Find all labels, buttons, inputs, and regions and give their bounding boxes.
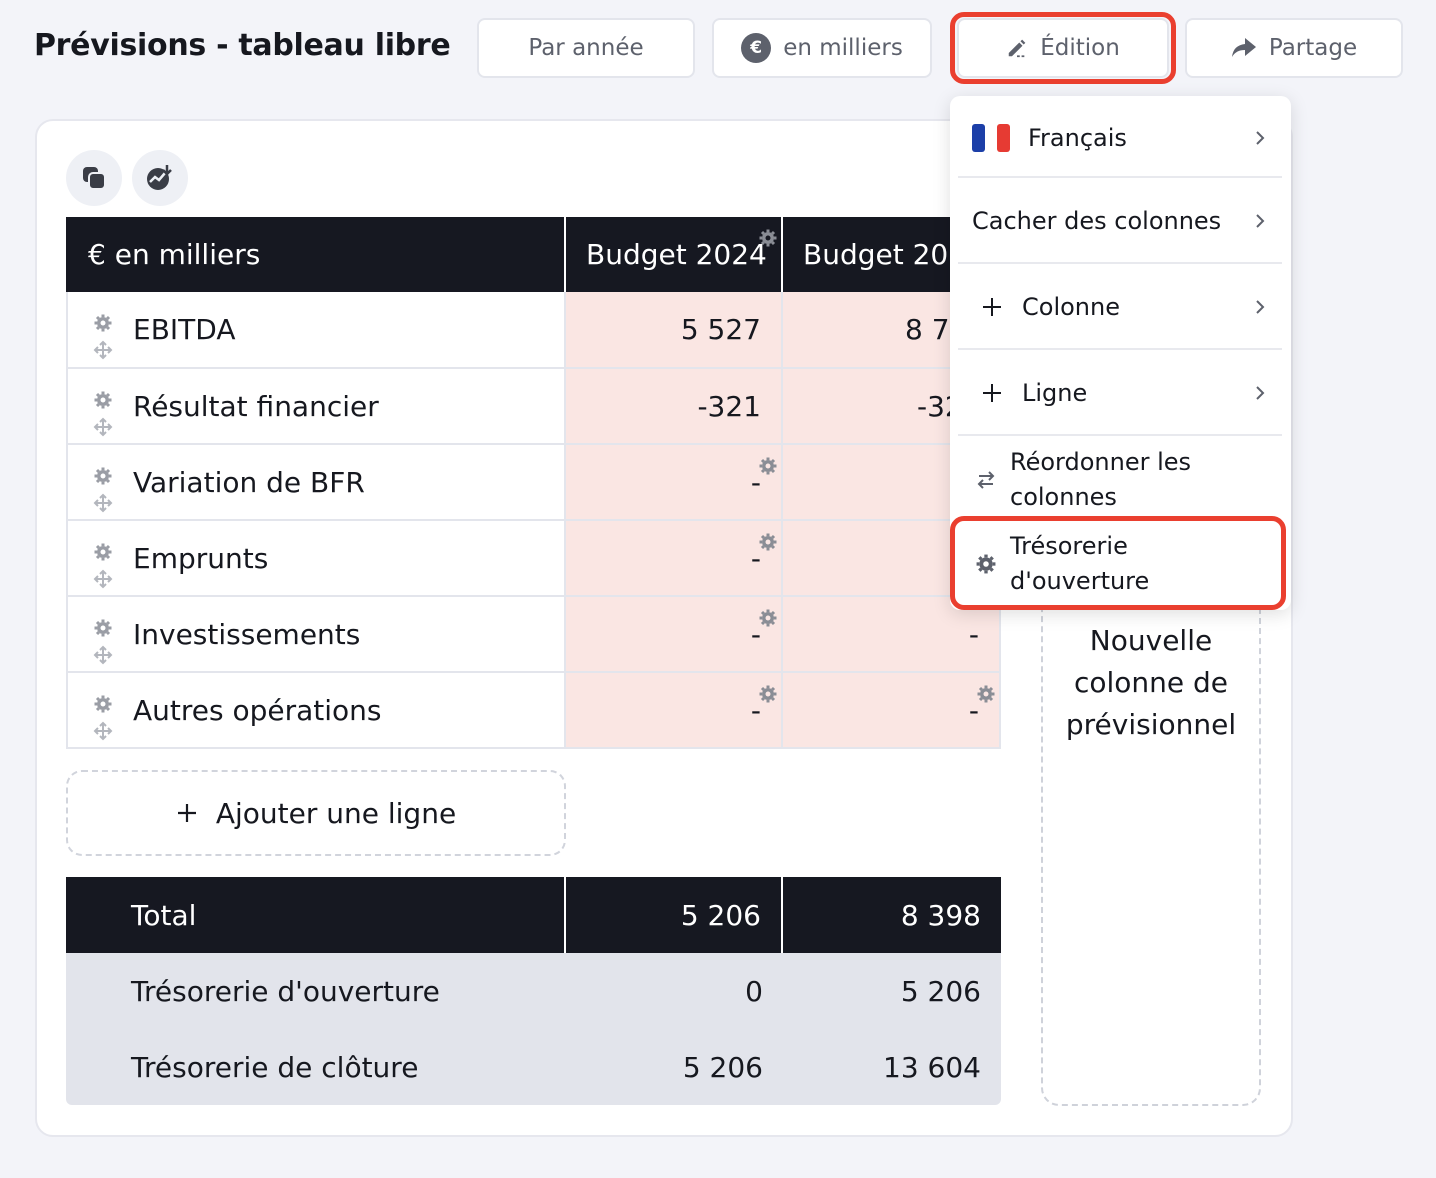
menu-item-label: Colonne xyxy=(1022,293,1120,321)
by-year-button[interactable]: Par année xyxy=(477,18,695,78)
menu-item-label: d'ouverture xyxy=(1010,567,1150,595)
menu-item-label: Trésorerie xyxy=(1010,532,1128,560)
opening-cash-row: Trésorerie d'ouverture 0 5 206 xyxy=(66,953,1001,1029)
closing-cash-label: Trésorerie de clôture xyxy=(66,1029,566,1105)
move-icon[interactable] xyxy=(93,487,113,520)
chevron-right-icon xyxy=(1256,131,1265,145)
total-value: 8 398 xyxy=(783,877,1001,953)
edition-menu: Français Cacher des colonnes Colonne Lig… xyxy=(950,96,1291,610)
add-row-label: Ajouter une ligne xyxy=(215,796,457,830)
page-title: Prévisions - tableau libre xyxy=(34,28,451,63)
menu-divider xyxy=(958,348,1282,350)
share-label: Partage xyxy=(1268,35,1358,61)
row-label: Résultat financier xyxy=(133,389,379,423)
share-arrow-icon xyxy=(1231,38,1256,57)
opening-cash-value: 5 206 xyxy=(783,953,1001,1029)
share-button[interactable]: Partage xyxy=(1185,18,1403,78)
menu-divider xyxy=(958,434,1282,436)
opening-cash-value: 0 xyxy=(566,953,783,1029)
forecast-page: Prévisions - tableau libre Par année € e… xyxy=(0,0,1436,1178)
row-label: Investissements xyxy=(133,617,361,651)
gear-icon[interactable] xyxy=(759,221,777,254)
budget-cell[interactable]: 5 527 xyxy=(566,292,783,369)
row-label: Variation de BFR xyxy=(133,465,365,499)
move-icon[interactable] xyxy=(93,334,113,367)
menu-item-label: Réordonner les xyxy=(1010,448,1192,476)
budget-cell[interactable]: -321 xyxy=(566,369,783,445)
plus-icon xyxy=(983,298,1001,316)
budget-cell[interactable]: - xyxy=(566,673,783,749)
menu-item-label: Cacher des colonnes xyxy=(972,207,1222,235)
move-icon[interactable] xyxy=(93,715,113,748)
opening-cash-label: Trésorerie d'ouverture xyxy=(66,953,566,1029)
new-column-label: colonne de xyxy=(1073,666,1229,699)
units-button[interactable]: € en milliers xyxy=(712,18,932,78)
edition-button[interactable]: Édition xyxy=(957,18,1169,78)
table-row: Variation de BFR - - xyxy=(66,445,1001,521)
budget-cell[interactable]: - xyxy=(783,673,1001,749)
gear-icon xyxy=(976,554,996,574)
edition-label: Édition xyxy=(1040,35,1120,61)
swap-arrows-icon xyxy=(977,471,995,489)
menu-item-language[interactable]: Français xyxy=(958,104,1282,172)
plus-icon xyxy=(177,804,196,822)
menu-divider xyxy=(958,176,1282,178)
menu-item-hide-columns[interactable]: Cacher des colonnes xyxy=(958,182,1282,260)
row-label: Autres opérations xyxy=(133,693,382,727)
new-column-label: Nouvelle xyxy=(1089,624,1213,657)
gear-icon[interactable] xyxy=(759,449,777,482)
menu-item-reorder-columns[interactable]: Réordonner les colonnes xyxy=(958,440,1282,520)
total-value: 5 206 xyxy=(566,877,783,953)
row-label: Emprunts xyxy=(133,541,269,575)
table-row: Emprunts - - xyxy=(66,521,1001,597)
menu-item-opening-cash[interactable]: Trésorerie d'ouverture xyxy=(958,526,1282,602)
add-row-button[interactable]: Ajouter une ligne xyxy=(66,770,566,856)
euro-coin-icon: € xyxy=(741,33,772,63)
column-header[interactable]: Budget 2024 xyxy=(566,217,783,292)
by-year-label: Par année xyxy=(528,35,644,61)
chart-icon xyxy=(147,165,172,190)
closing-cash-value: 5 206 xyxy=(566,1029,783,1105)
menu-item-label: colonnes xyxy=(1010,483,1117,511)
table-header-row: € en milliers Budget 2024 Budget 2025 xyxy=(66,217,1001,292)
new-forecast-column[interactable]: Nouvelle colonne de prévisionnel xyxy=(1041,560,1261,1106)
menu-item-add-row[interactable]: Ligne xyxy=(958,354,1282,432)
gear-icon[interactable] xyxy=(759,525,777,558)
pencil-icon xyxy=(1008,39,1026,58)
total-row: Total 5 206 8 398 xyxy=(66,877,1001,953)
table-row: EBITDA 5 527 8 727 xyxy=(66,292,1001,369)
gear-icon[interactable] xyxy=(759,677,777,710)
budget-cell[interactable]: - xyxy=(566,521,783,597)
menu-item-label: Français xyxy=(1028,124,1127,152)
new-column-label: prévisionnel xyxy=(1065,708,1237,741)
closing-cash-row: Trésorerie de clôture 5 206 13 604 xyxy=(66,1029,1001,1105)
total-label: Total xyxy=(66,877,566,953)
units-label: en milliers xyxy=(783,35,903,61)
move-icon[interactable] xyxy=(93,639,113,672)
budget-cell[interactable]: - xyxy=(566,445,783,521)
plus-icon xyxy=(983,384,1001,402)
row-label: EBITDA xyxy=(133,313,236,346)
budget-cell[interactable]: - xyxy=(566,597,783,673)
copy-icon xyxy=(83,167,106,190)
gear-icon[interactable] xyxy=(977,677,995,710)
menu-item-add-column[interactable]: Colonne xyxy=(958,268,1282,346)
move-icon[interactable] xyxy=(93,411,113,444)
chart-button[interactable] xyxy=(132,150,188,206)
chevron-right-icon xyxy=(1256,386,1265,400)
table-row: Autres opérations - - xyxy=(66,673,1001,749)
chevron-right-icon xyxy=(1256,214,1265,228)
menu-divider xyxy=(958,262,1282,264)
unit-header: € en milliers xyxy=(66,217,566,292)
copy-button[interactable] xyxy=(66,150,122,206)
table-row: Investissements - - xyxy=(66,597,1001,673)
table-row: Résultat financier -321 -329 xyxy=(66,369,1001,445)
french-flag-icon xyxy=(972,124,1010,152)
column-header-label: Budget 2024 xyxy=(586,238,767,271)
gear-icon[interactable] xyxy=(759,601,777,634)
menu-item-label: Ligne xyxy=(1022,379,1088,407)
chevron-right-icon xyxy=(1256,300,1265,314)
move-icon[interactable] xyxy=(93,563,113,596)
closing-cash-value: 13 604 xyxy=(783,1029,1001,1105)
